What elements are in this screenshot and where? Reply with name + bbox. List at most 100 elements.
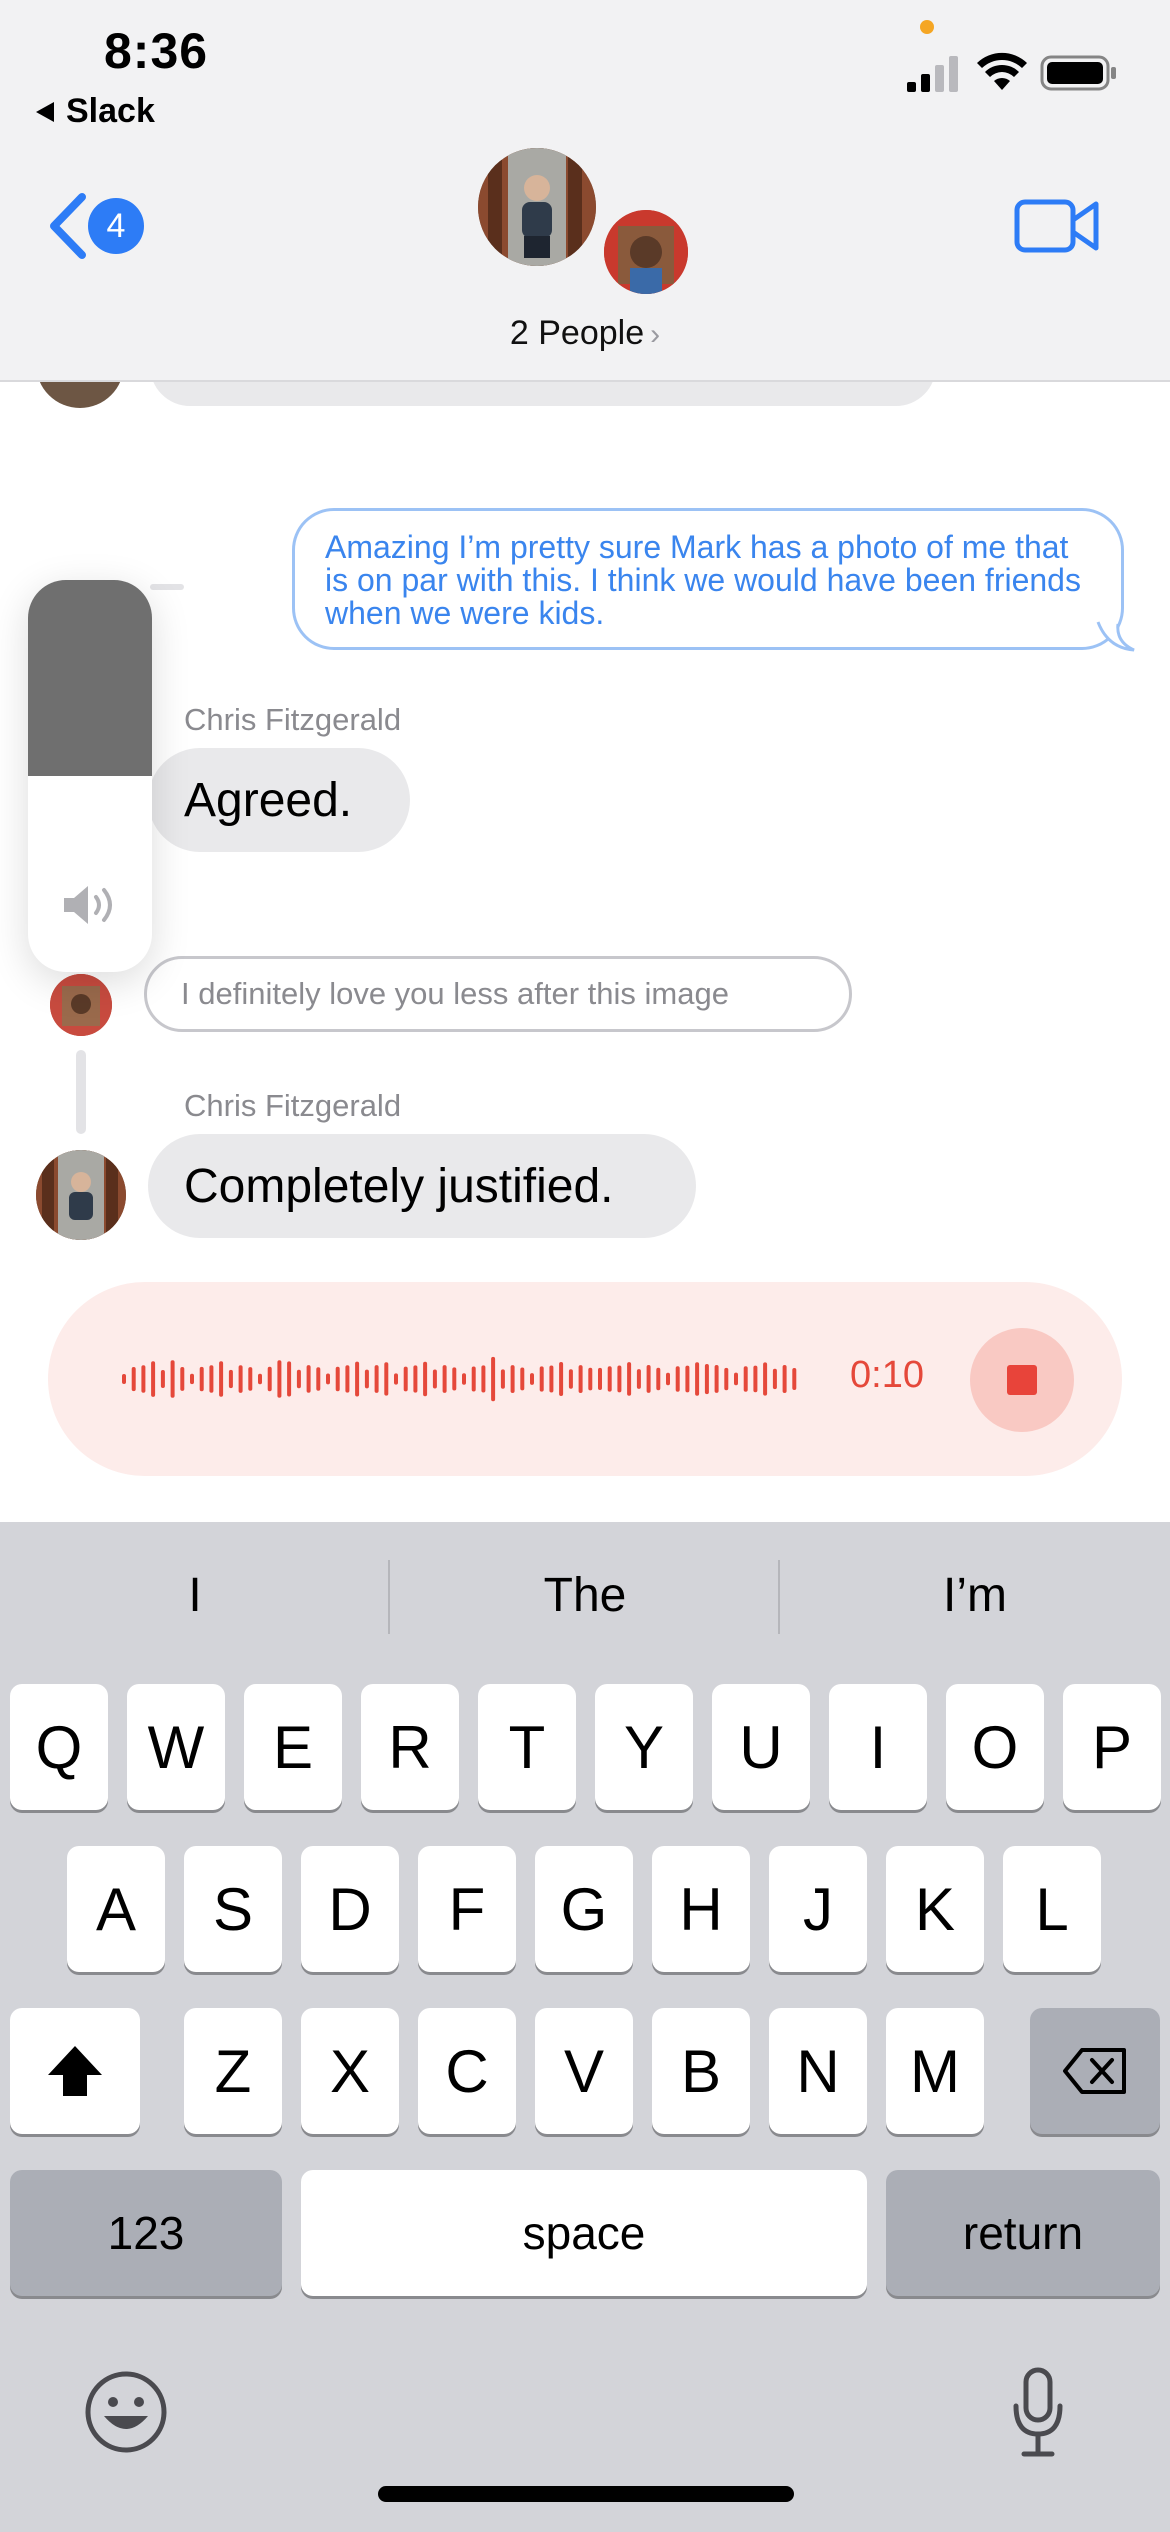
key-j[interactable]: J <box>769 1846 867 1972</box>
key-k[interactable]: K <box>886 1846 984 1972</box>
waveform-bar <box>792 1368 797 1390</box>
suggestion-item[interactable]: I’m <box>780 1568 1170 1628</box>
hud-tab <box>150 584 184 590</box>
message-text: Completely justified. <box>184 1159 614 1213</box>
backspace-icon <box>1063 2048 1126 2094</box>
key-n[interactable]: N <box>769 2008 867 2134</box>
waveform-bar <box>248 1367 253 1391</box>
waveform-bar <box>170 1360 175 1398</box>
key-f[interactable]: F <box>418 1846 516 1972</box>
waveform-bar <box>549 1365 554 1393</box>
key-r[interactable]: R <box>361 1684 459 1810</box>
key-a[interactable]: A <box>67 1846 165 1972</box>
numbers-key[interactable]: 123 <box>10 2170 282 2296</box>
avatar <box>50 974 112 1036</box>
sent-message-bubble[interactable]: Amazing I’m pretty sure Mark has a photo… <box>292 508 1124 650</box>
key-o[interactable]: O <box>946 1684 1044 1810</box>
waveform-bar <box>190 1373 194 1385</box>
waveform-bar <box>335 1366 340 1392</box>
back-button[interactable]: 4 <box>46 186 156 266</box>
suggestion-item[interactable]: The <box>390 1568 780 1628</box>
key-d[interactable]: D <box>301 1846 399 1972</box>
waveform-bar <box>695 1362 700 1396</box>
people-label[interactable]: 2 People › <box>0 314 1170 353</box>
waveform-bar <box>228 1369 233 1389</box>
wifi-icon <box>977 52 1027 90</box>
waveform-bar <box>598 1367 602 1390</box>
key-v[interactable]: V <box>535 2008 633 2134</box>
group-avatars[interactable] <box>478 148 694 298</box>
waveform-bar <box>772 1368 777 1390</box>
key-p[interactable]: P <box>1063 1684 1161 1810</box>
reply-quote-bubble[interactable]: I definitely love you less after this im… <box>144 956 852 1032</box>
battery-icon <box>1040 55 1116 91</box>
delete-key[interactable] <box>1030 2008 1160 2134</box>
waveform-bar <box>510 1365 515 1393</box>
waveform-bar <box>481 1365 486 1393</box>
key-l[interactable]: L <box>1003 1846 1101 1972</box>
key-z[interactable]: Z <box>184 2008 282 2134</box>
waveform-bar <box>199 1366 204 1392</box>
volume-hud[interactable] <box>28 580 152 972</box>
avatar <box>478 148 596 266</box>
status-time: 8:36 <box>104 23 209 79</box>
stop-recording-button[interactable] <box>970 1328 1074 1432</box>
key-w[interactable]: W <box>127 1684 225 1810</box>
waveform-bar <box>656 1367 661 1391</box>
key-b[interactable]: B <box>652 2008 750 2134</box>
waveform-bar <box>743 1366 748 1392</box>
waveform-bar <box>491 1356 496 1402</box>
received-message-bubble[interactable]: Agreed. <box>148 748 410 852</box>
waveform-bar <box>607 1366 612 1392</box>
key-i[interactable]: I <box>829 1684 927 1810</box>
waveform-bar <box>782 1365 787 1393</box>
waveform-bar <box>617 1365 622 1393</box>
home-indicator[interactable] <box>378 2486 794 2502</box>
signal-icon <box>907 56 958 92</box>
return-key[interactable]: return <box>886 2170 1160 2296</box>
shift-key[interactable] <box>10 2008 140 2134</box>
key-x[interactable]: X <box>301 2008 399 2134</box>
avatar <box>600 206 692 298</box>
microphone-icon[interactable] <box>1008 2366 1068 2458</box>
key-c[interactable]: C <box>418 2008 516 2134</box>
key-s[interactable]: S <box>184 1846 282 1972</box>
waveform-bar <box>568 1369 573 1389</box>
emoji-icon[interactable] <box>84 2370 168 2454</box>
waveform-bar <box>520 1367 525 1391</box>
key-t[interactable]: T <box>478 1684 576 1810</box>
video-camera-icon[interactable] <box>1014 196 1100 256</box>
key-h[interactable]: H <box>652 1846 750 1972</box>
key-e[interactable]: E <box>244 1684 342 1810</box>
waveform-bar <box>355 1361 360 1397</box>
waveform-bar <box>578 1365 583 1393</box>
waveform-bar <box>364 1369 369 1389</box>
waveform-bar <box>734 1372 738 1386</box>
back-to-app[interactable]: Slack <box>36 92 155 131</box>
waveform-bar <box>471 1366 476 1392</box>
waveform-bar <box>345 1365 350 1393</box>
waveform-bar <box>287 1361 292 1397</box>
key-y[interactable]: Y <box>595 1684 693 1810</box>
key-q[interactable]: Q <box>10 1684 108 1810</box>
thread-connector <box>76 1050 86 1134</box>
waveform-bar <box>432 1369 437 1389</box>
key-g[interactable]: G <box>535 1846 633 1972</box>
received-message-bubble[interactable]: Completely justified. <box>148 1134 696 1238</box>
waveform-bar <box>306 1365 311 1393</box>
waveform-bar <box>675 1366 680 1392</box>
waveform-bar <box>413 1365 418 1393</box>
people-count-label: 2 People <box>509 314 645 352</box>
waveform-bar <box>219 1361 224 1397</box>
waveform-bar <box>500 1369 505 1389</box>
suggestion-item[interactable]: I <box>0 1568 390 1628</box>
back-app-label: Slack <box>66 92 155 130</box>
stop-icon <box>1007 1365 1037 1395</box>
waveform-bar <box>296 1369 301 1389</box>
key-u[interactable]: U <box>712 1684 810 1810</box>
speaker-icon <box>64 886 112 924</box>
space-key[interactable]: space <box>301 2170 867 2296</box>
key-m[interactable]: M <box>886 2008 984 2134</box>
status-bar: 8:36 Slack <box>0 0 1170 140</box>
waveform-bar <box>384 1362 389 1396</box>
